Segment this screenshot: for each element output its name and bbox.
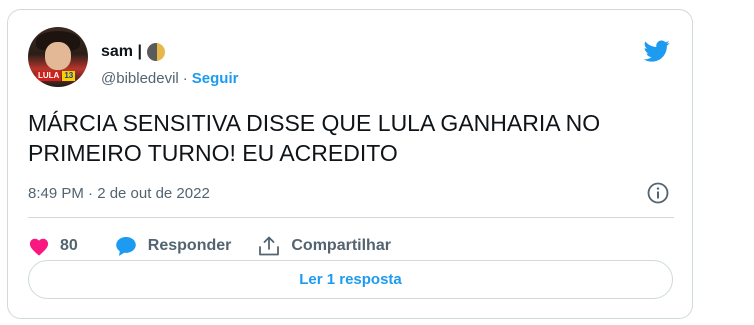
avatar-face: [45, 42, 71, 70]
share-button[interactable]: Compartilhar: [257, 235, 391, 257]
moon-icon: [146, 43, 165, 61]
user-handle[interactable]: @bibledevil: [101, 70, 179, 87]
heart-icon: [29, 238, 49, 256]
avatar-badge: LULA 13: [36, 71, 76, 81]
like-button[interactable]: 80: [28, 236, 78, 256]
separator-dot: ·: [182, 70, 188, 87]
tweet-text: MÁRCIA SENSITIVA DISSE QUE LULA GANHARIA…: [28, 110, 601, 166]
avatar-badge-party: LULA: [36, 71, 62, 81]
share-icon: [259, 236, 280, 256]
display-name[interactable]: sam |: [101, 43, 142, 61]
read-replies-button[interactable]: Ler 1 resposta: [28, 260, 673, 299]
share-label: Compartilhar: [291, 237, 391, 254]
reply-bubble-icon: [115, 237, 136, 256]
tweet-card: LULA 13 sam | @bibledevil · Seguir MÁRCI…: [7, 9, 693, 319]
author-handle-row: @bibledevil · Seguir: [101, 70, 238, 87]
follow-button[interactable]: Seguir: [192, 70, 239, 87]
tweet-timestamp[interactable]: 8:49 PM · 2 de out de 2022: [28, 185, 210, 202]
avatar-badge-number: 13: [62, 71, 76, 81]
reply-label: Responder: [147, 237, 232, 254]
action-bar: 80 Responder Compartilhar: [28, 231, 391, 261]
info-icon[interactable]: [646, 181, 670, 205]
divider: [28, 217, 674, 218]
twitter-bird-icon[interactable]: [642, 38, 672, 64]
author-name-row[interactable]: sam |: [101, 43, 165, 61]
avatar[interactable]: LULA 13: [28, 27, 88, 87]
like-count: 80: [60, 237, 78, 254]
reply-button[interactable]: Responder: [114, 235, 232, 257]
